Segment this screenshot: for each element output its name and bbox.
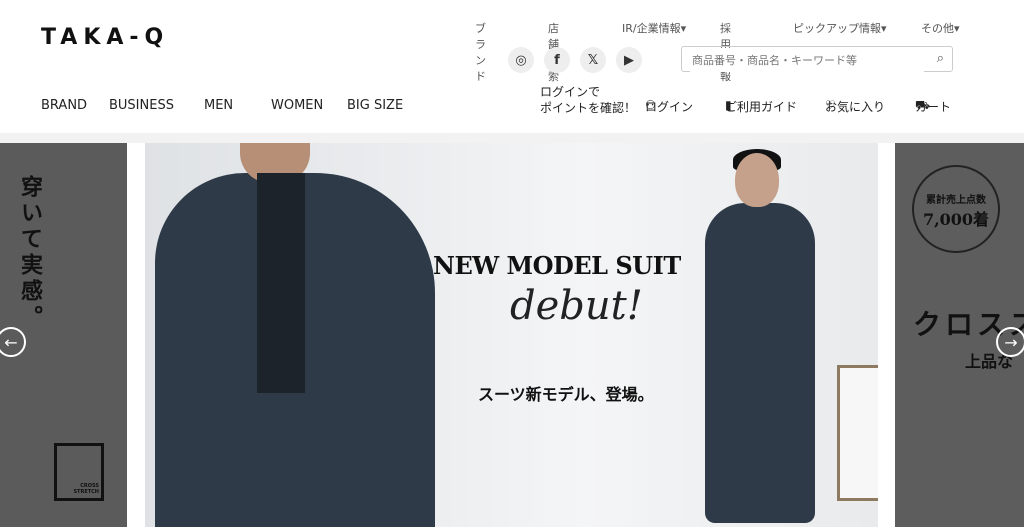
sales-badge: 累計売上点数 7,000着 [912,165,1000,253]
slide-title: NEW MODEL SUIT [433,251,681,280]
instagram-icon[interactable]: ◎ [508,47,534,73]
arrow-left-icon: ← [4,332,18,352]
top-link-brand[interactable]: ブランド [475,20,486,84]
cross-stretch-logo: CROSS STRETCH [54,443,104,501]
x-icon[interactable]: 𝕏 [580,47,606,73]
nav-women[interactable]: WOMEN [271,98,323,113]
search-input[interactable] [690,48,924,72]
current-slide[interactable]: NEW MODEL SUIT debut! スーツ新モデル、登場。 [145,143,878,527]
login-point-note[interactable]: ログインで ポイントを確認！ [540,84,636,116]
left-vertical-text: 穿いて実感。 [17,175,43,331]
chevron-down-icon: ▾ [680,22,687,35]
wall-frame [837,365,878,501]
slide-subtitle: スーツ新モデル、登場。 [478,385,654,404]
nav-business[interactable]: BUSINESS [109,98,174,113]
header-divider [0,133,1024,143]
search-box: ⌕ [681,46,953,72]
model-full-body [705,203,815,523]
chevron-down-icon: ▾ [954,22,960,35]
chevron-down-icon: ▾ [881,22,887,35]
model-shirt-tie [257,173,305,393]
site-logo[interactable]: TAKA-Q [41,25,169,50]
top-link-pickup[interactable]: ピックアップ情報 ▾ [793,20,887,36]
nav-big-size[interactable]: BIG SIZE [347,98,403,113]
nav-brand[interactable]: BRAND [41,98,87,113]
nav-men[interactable]: MEN [204,98,233,113]
model-face [735,153,779,207]
top-link-other[interactable]: その他 ▾ [921,20,960,36]
arrow-right-icon: → [1004,332,1018,352]
search-icon[interactable]: ⌕ [937,51,944,66]
site-header: TAKA-Q ブランド 店舗検索 IR/企業情報 ▾ 採用情報 ピックアップ情報… [0,0,1024,133]
next-arrow-button[interactable]: → [996,327,1024,357]
social-links: ◎ f 𝕏 ▶ [508,47,642,73]
hero-slider: 穿いて実感。 CROSS STRETCH NEW MODEL SUIT debu… [0,143,1024,527]
slide-debut: debut! [510,283,643,329]
top-link-ir[interactable]: IR/企業情報 ▾ [622,20,686,36]
youtube-icon[interactable]: ▶ [616,47,642,73]
facebook-icon[interactable]: f [544,47,570,73]
